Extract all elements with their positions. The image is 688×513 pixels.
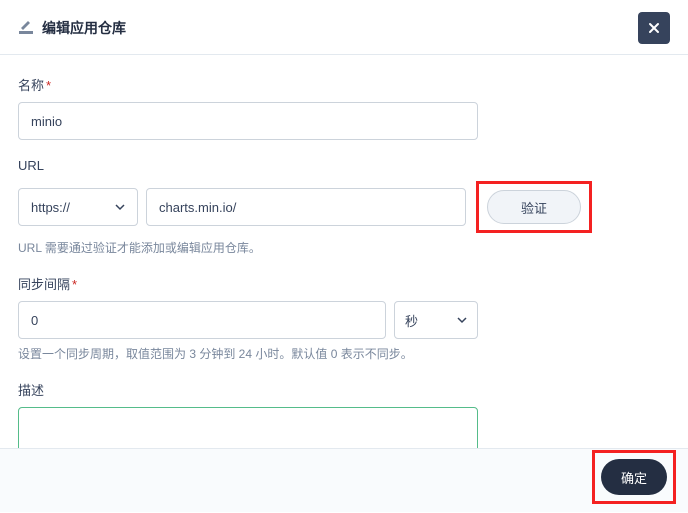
field-interval: 同步间隔* 秒 设置一个同步周期，取值范围为 3 分钟到 24 小时。默认值 0… <box>18 274 670 362</box>
interval-row: 秒 <box>18 301 478 339</box>
field-name: 名称* <box>18 75 670 140</box>
url-row: https:// 验证 <box>18 181 670 233</box>
interval-label: 同步间隔* <box>18 274 670 293</box>
interval-hint: 设置一个同步周期，取值范围为 3 分钟到 24 小时。默认值 0 表示不同步。 <box>18 345 670 362</box>
dialog-title: 编辑应用仓库 <box>42 18 126 38</box>
required-asterisk: * <box>46 78 51 93</box>
form-body: 名称* URL https:// 验证 URL 需要通过验证才能添加或编辑应用仓… <box>0 55 688 513</box>
url-input[interactable] <box>146 188 466 226</box>
interval-unit-value: 秒 <box>405 311 418 330</box>
name-input[interactable] <box>18 102 478 140</box>
dialog-footer: 取消 <box>0 448 688 512</box>
chevron-down-icon <box>457 315 467 325</box>
chevron-down-icon <box>115 202 125 212</box>
protocol-select[interactable]: https:// <box>18 188 138 226</box>
edit-icon <box>18 20 34 36</box>
name-label: 名称* <box>18 75 670 94</box>
interval-unit-select[interactable]: 秒 <box>394 301 478 339</box>
confirm-button[interactable]: 确定 <box>601 459 667 495</box>
close-icon <box>646 20 662 36</box>
url-label: URL <box>18 158 670 173</box>
url-hint: URL 需要通过验证才能添加或编辑应用仓库。 <box>18 239 670 256</box>
field-url: URL https:// 验证 URL 需要通过验证才能添加或编辑应用仓库。 <box>18 158 670 256</box>
validate-highlight: 验证 <box>476 181 592 233</box>
dialog-header: 编辑应用仓库 <box>0 0 688 54</box>
interval-input[interactable] <box>18 301 386 339</box>
desc-label: 描述 <box>18 380 670 399</box>
required-asterisk: * <box>72 277 77 292</box>
header-left: 编辑应用仓库 <box>18 18 126 38</box>
validate-button[interactable]: 验证 <box>487 190 581 224</box>
close-button[interactable] <box>638 12 670 44</box>
confirm-highlight: 确定 <box>592 450 676 504</box>
protocol-value: https:// <box>31 200 70 215</box>
